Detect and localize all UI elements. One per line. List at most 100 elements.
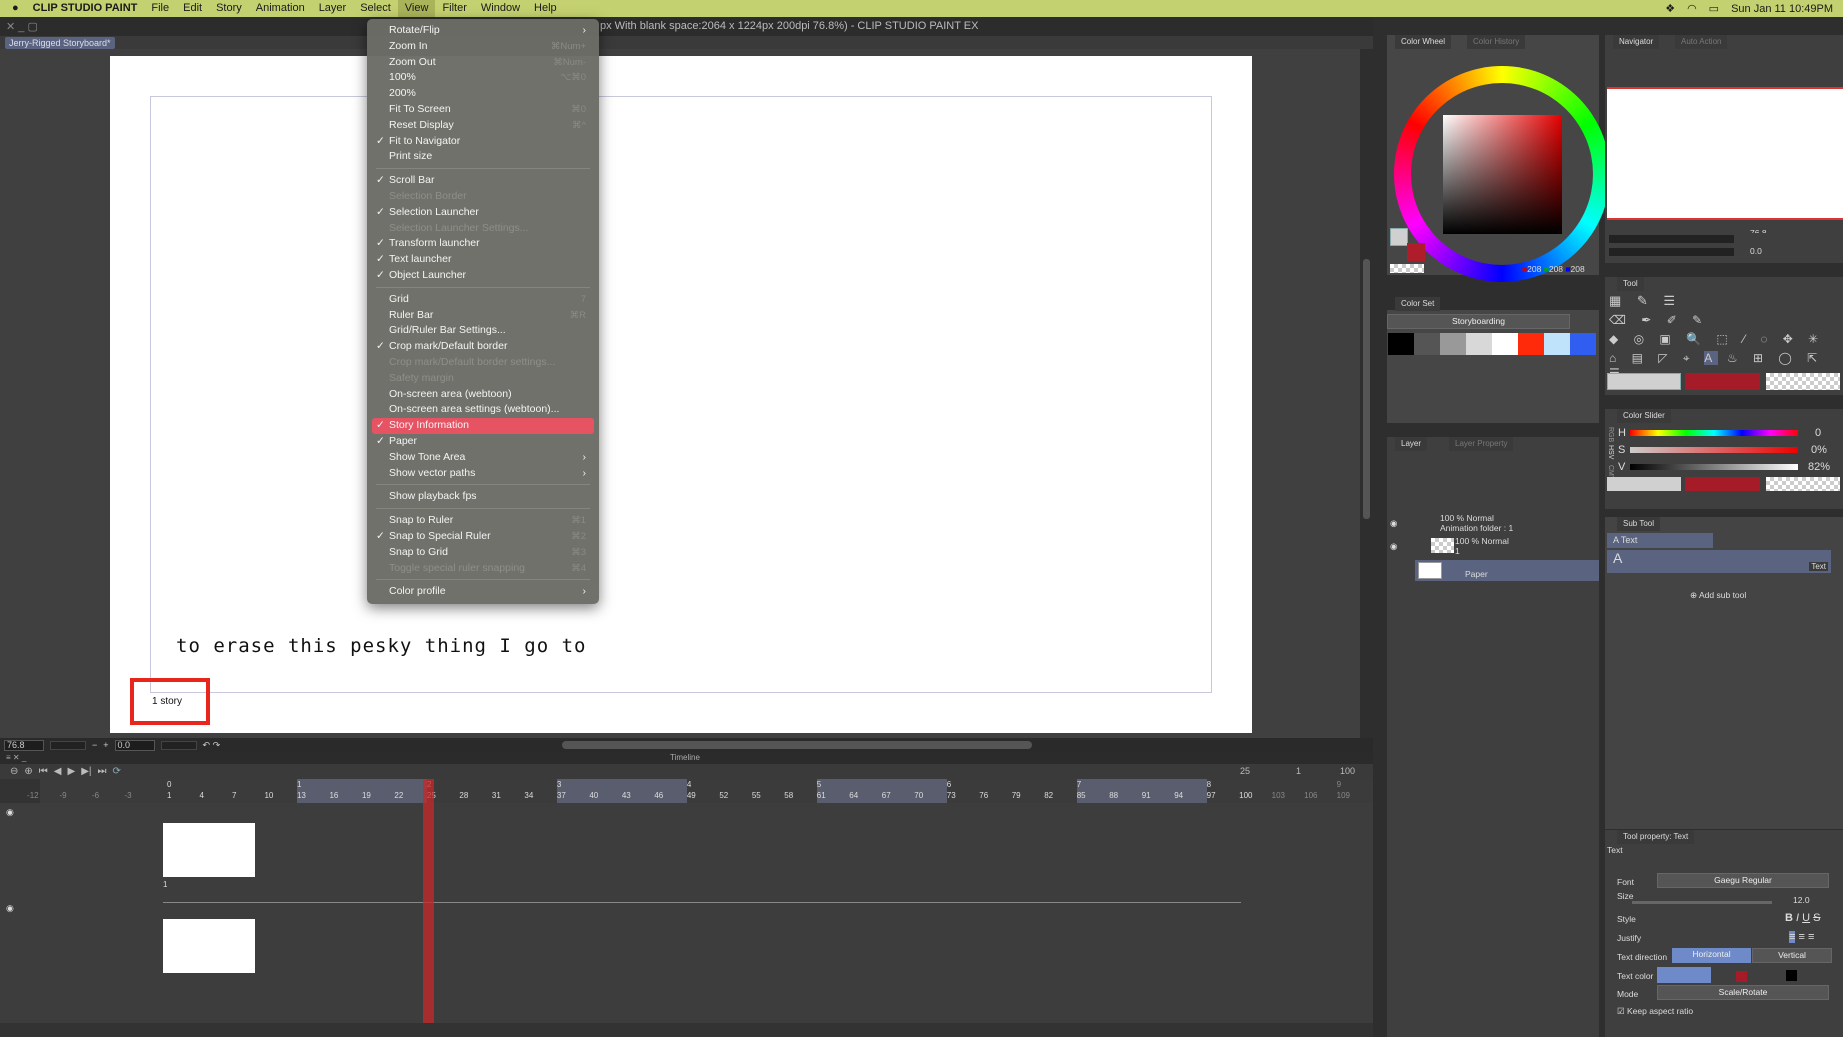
add-sub-tool-button[interactable]: ⊕ Add sub tool: [1690, 590, 1746, 601]
vertical-scrollbar[interactable]: [1360, 49, 1373, 738]
wifi-icon[interactable]: ◠: [1687, 2, 1697, 15]
zoom-slider[interactable]: [50, 740, 86, 750]
menu-view[interactable]: View: [397, 0, 436, 17]
menu-help[interactable]: Help: [527, 0, 564, 17]
tool-icons[interactable]: ⌫ ✒ ✐ ✎: [1609, 313, 1708, 327]
transparent-swatch[interactable]: [1766, 477, 1840, 491]
style-buttons[interactable]: B I U S: [1785, 912, 1821, 924]
justify-buttons[interactable]: ≡ ≡ ≡: [1789, 931, 1814, 943]
tab-color-slider[interactable]: Color Slider: [1617, 409, 1671, 423]
keyframe-cell[interactable]: [163, 919, 255, 973]
clock[interactable]: Sun Jan 11 10:49PM: [1731, 3, 1833, 15]
dropbox-icon[interactable]: ❖: [1665, 2, 1675, 15]
tab-color-wheel[interactable]: Color Wheel: [1395, 35, 1452, 49]
direction-horizontal[interactable]: Horizontal: [1672, 948, 1751, 963]
menu-item-grid[interactable]: Grid 7: [372, 292, 594, 308]
font-select[interactable]: Gaegu Regular: [1657, 873, 1829, 888]
menu-item-ruler-bar[interactable]: Ruler Bar ⌘R: [372, 308, 594, 324]
sub-color[interactable]: [1407, 243, 1425, 261]
first-frame-icon[interactable]: ⏮: [39, 766, 48, 777]
loop-icon[interactable]: ⟳: [112, 766, 120, 777]
tab-tool-property[interactable]: Tool property: Text: [1617, 830, 1695, 844]
zoom-out-icon[interactable]: −: [92, 740, 97, 750]
mode-rgb[interactable]: RGB: [1607, 427, 1614, 442]
menu-select[interactable]: Select: [353, 0, 398, 17]
tool-icons[interactable]: ▦ ✎ ☰: [1609, 293, 1681, 309]
canvas-text[interactable]: to erase this pesky thing I go to: [176, 635, 587, 657]
main-color[interactable]: [1390, 228, 1408, 246]
prev-frame-icon[interactable]: ◀: [54, 766, 62, 777]
play-icon[interactable]: ▶: [67, 766, 75, 777]
color-swatch[interactable]: [1414, 333, 1440, 355]
tool-icons[interactable]: ◆ ◎ ▣ 🔍 ⬚ ⁄ ◌ ✥ ✳: [1609, 332, 1824, 346]
sub-tool-text[interactable]: A Text: [1607, 533, 1713, 548]
main-color-swatch[interactable]: [1607, 477, 1681, 491]
menu-item-snap-to-ruler[interactable]: Snap to Ruler ⌘1: [372, 513, 594, 529]
menu-item-paper[interactable]: ✓ Paper: [372, 434, 594, 450]
main-color-swatch[interactable]: [1607, 373, 1681, 390]
hue-slider[interactable]: [1630, 430, 1798, 436]
menu-item-reset-display[interactable]: Reset Display ⌘^: [372, 118, 594, 134]
window-controls[interactable]: ✕ _ ▢: [6, 20, 38, 33]
menu-item-show-playback-fps[interactable]: Show playback fps: [372, 489, 594, 505]
angle-slider[interactable]: [160, 740, 197, 750]
menu-animation[interactable]: Animation: [249, 0, 312, 17]
next-frame-icon[interactable]: ▶|: [81, 766, 91, 777]
transparent-swatch[interactable]: [1766, 373, 1840, 390]
tab-color-set[interactable]: Color Set: [1395, 297, 1441, 311]
app-menu[interactable]: CLIP STUDIO PAINT: [26, 0, 145, 17]
s-value[interactable]: 0%: [1811, 444, 1827, 456]
v-value[interactable]: 82%: [1808, 461, 1830, 473]
eye-icon[interactable]: ◉: [1390, 518, 1397, 529]
saturation-value-square[interactable]: [1443, 115, 1562, 234]
sub-color-swatch[interactable]: [1685, 373, 1760, 390]
menu-item-text-launcher[interactable]: ✓ Text launcher: [372, 252, 594, 268]
size-value[interactable]: 12.0: [1793, 895, 1810, 905]
color-swatch[interactable]: [1570, 333, 1596, 355]
eye-icon[interactable]: ◉: [6, 903, 14, 914]
apple-icon[interactable]: ●: [0, 0, 26, 17]
keyframe-cell[interactable]: [163, 823, 255, 877]
tab-color-history[interactable]: Color History: [1467, 35, 1526, 49]
last-frame-icon[interactable]: ⏭: [97, 766, 106, 777]
menu-item-100[interactable]: 100% ⌥⌘0: [372, 70, 594, 86]
menu-window[interactable]: Window: [474, 0, 527, 17]
layer-row-paper[interactable]: Paper: [1415, 560, 1599, 581]
menu-item-on-screen-area-webtoon[interactable]: On-screen area (webtoon): [372, 387, 594, 403]
layer-row[interactable]: ◉ 100 % Normal Animation folder : 1: [1387, 513, 1599, 535]
timeline-ruler[interactable]: -12-9-6-31471013161922252831343740434649…: [27, 779, 1373, 803]
navigator-angle[interactable]: 0.0: [1750, 246, 1762, 256]
text-color-main[interactable]: [1657, 967, 1711, 983]
zoom-in-icon[interactable]: ⊕: [24, 766, 32, 777]
mode-hsv[interactable]: HSV: [1607, 445, 1614, 459]
direction-vertical[interactable]: Vertical: [1752, 948, 1832, 963]
color-swatch[interactable]: [1388, 333, 1414, 355]
rotate-slider[interactable]: [1609, 248, 1734, 256]
frame-step[interactable]: 1: [1296, 766, 1301, 776]
keep-aspect-checkbox[interactable]: ☑ Keep aspect ratio: [1617, 1006, 1693, 1017]
menu-item-fit-to-navigator[interactable]: ✓ Fit to Navigator: [372, 134, 594, 150]
menu-item-selection-launcher[interactable]: ✓ Selection Launcher: [372, 205, 594, 221]
zoom-field[interactable]: 76.8: [4, 739, 44, 751]
menu-item-rotate-flip[interactable]: Rotate/Flip ›: [372, 23, 594, 39]
menu-item-crop-mark-default-border[interactable]: ✓ Crop mark/Default border: [372, 339, 594, 355]
zoom-in-icon[interactable]: +: [103, 740, 108, 750]
eye-icon[interactable]: ◉: [1390, 541, 1397, 552]
end-frame[interactable]: 100: [1340, 766, 1355, 776]
rotate-icon[interactable]: ↶ ↷: [203, 740, 221, 751]
menu-item-200[interactable]: 200%: [372, 86, 594, 102]
tab-layer[interactable]: Layer: [1395, 437, 1428, 451]
tab-auto-action[interactable]: Auto Action: [1675, 35, 1728, 49]
menu-item-grid-ruler-bar-settings[interactable]: Grid/Ruler Bar Settings...: [372, 323, 594, 339]
menu-item-transform-launcher[interactable]: ✓ Transform launcher: [372, 236, 594, 252]
menu-item-print-size[interactable]: Print size: [372, 149, 594, 165]
text-color-sub[interactable]: [1736, 971, 1747, 982]
menu-item-story-information[interactable]: ✓ Story Information: [372, 418, 594, 434]
menu-filter[interactable]: Filter: [435, 0, 473, 17]
menu-item-zoom-in[interactable]: Zoom In ⌘Num+: [372, 39, 594, 55]
menu-item-zoom-out[interactable]: Zoom Out ⌘Num-: [372, 55, 594, 71]
current-frame[interactable]: 25: [1240, 766, 1250, 776]
color-swatch[interactable]: [1466, 333, 1492, 355]
color-swatch[interactable]: [1518, 333, 1544, 355]
transparent-color[interactable]: [1390, 264, 1424, 273]
